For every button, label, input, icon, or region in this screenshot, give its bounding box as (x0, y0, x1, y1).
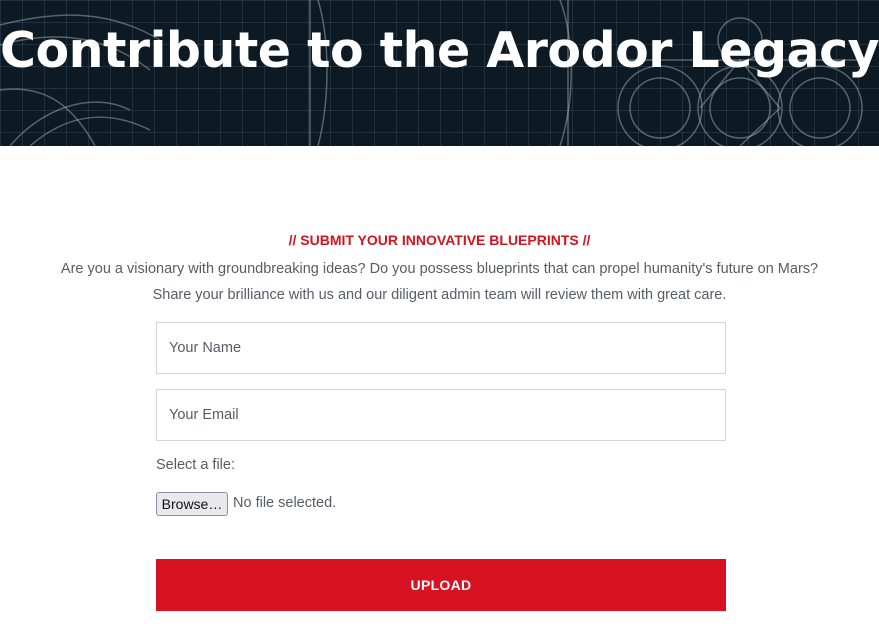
section-label: // SUBMIT YOUR INNOVATIVE BLUEPRINTS // (288, 232, 591, 248)
file-select-label: Select a file: (156, 457, 235, 473)
browse-button[interactable]: Browse… (156, 492, 228, 516)
name-field[interactable] (156, 322, 726, 374)
intro-text-line-2: Share your brilliance with us and our di… (152, 287, 727, 303)
upload-button[interactable]: UPLOAD (156, 559, 726, 611)
hero-banner: Contribute to the Arodor Legacy (0, 0, 879, 146)
intro-text-line-1: Are you a visionary with groundbreaking … (60, 261, 819, 277)
file-status-text: No file selected. (233, 495, 337, 511)
page-title: Contribute to the Arodor Legacy (0, 22, 879, 79)
email-field[interactable] (156, 389, 726, 441)
